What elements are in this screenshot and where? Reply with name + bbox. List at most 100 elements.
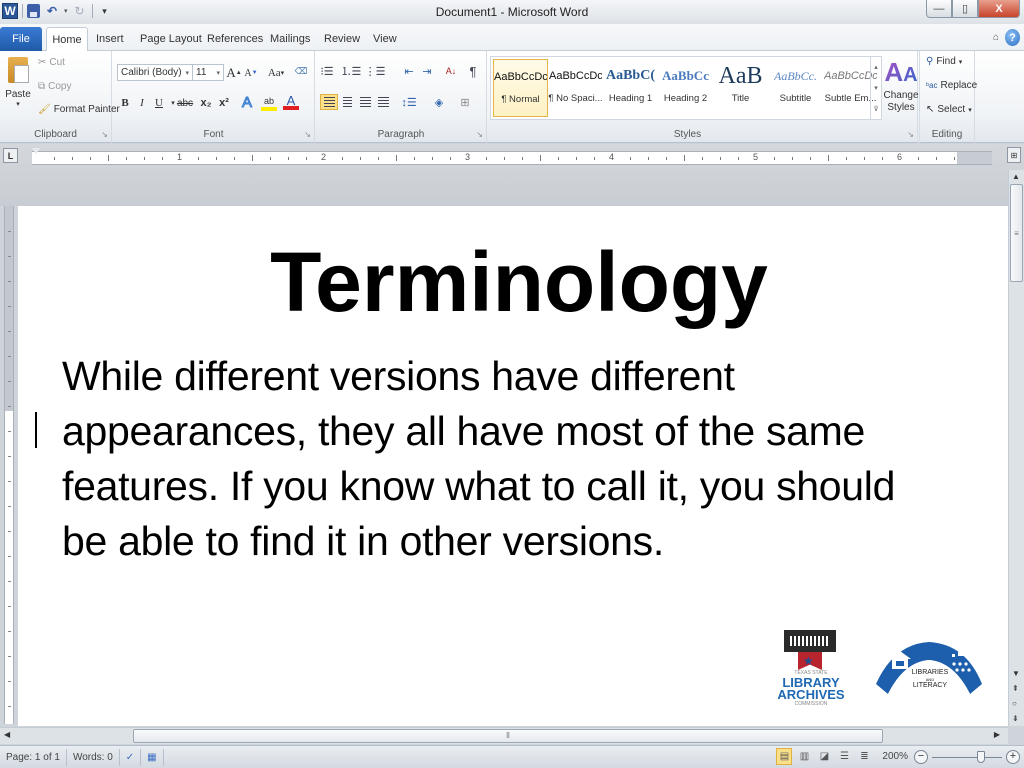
tab-home[interactable]: Home [46, 27, 88, 52]
paste-button[interactable]: Paste ▾ [4, 55, 32, 119]
change-styles-button[interactable]: AA Change Styles [883, 57, 918, 114]
horizontal-scrollbar[interactable]: ◀ ⦀ ▶ [0, 727, 1008, 744]
web-layout-view-button[interactable]: ◪ [816, 748, 832, 765]
document-body-text[interactable]: While different versions have different … [62, 349, 942, 569]
shrink-font-button[interactable]: A ▼ [243, 65, 259, 81]
style-title[interactable]: AaB Title [713, 59, 768, 117]
styles-dialog-launcher[interactable]: ↘ [907, 130, 914, 139]
horizontal-scroll-thumb[interactable]: ⦀ [133, 729, 883, 743]
document-page[interactable]: Terminology While different versions hav… [18, 206, 1008, 726]
style-subtitle[interactable]: AaBbCc. Subtitle [768, 59, 823, 117]
strikethrough-button[interactable]: abc [175, 95, 195, 111]
tab-insert[interactable]: Insert [96, 27, 124, 51]
tab-view[interactable]: View [373, 27, 397, 51]
font-color-button[interactable]: A [283, 93, 299, 110]
bold-button[interactable]: B [117, 95, 133, 111]
align-left-button[interactable] [320, 94, 338, 110]
font-dialog-launcher[interactable]: ↘ [304, 130, 311, 139]
scroll-up-icon[interactable]: ▴ [874, 63, 878, 71]
style-heading-2[interactable]: AaBbCc Heading 2 [658, 59, 713, 117]
draft-view-button[interactable]: ≣ [856, 748, 872, 765]
view-ruler-button[interactable]: ⊞ [1007, 147, 1021, 163]
increase-indent-button[interactable]: ⇥ [418, 63, 436, 79]
clipboard-dialog-launcher[interactable]: ↘ [101, 130, 108, 139]
ruler-tick [918, 157, 919, 160]
tab-mailings[interactable]: Mailings [270, 27, 310, 51]
italic-button[interactable]: I [134, 95, 150, 111]
highlight-button[interactable]: ab [261, 95, 277, 111]
scroll-down-arrow-icon[interactable]: ▼ [1012, 669, 1020, 678]
restore-button[interactable]: ▯ [952, 0, 978, 18]
full-screen-reading-view-button[interactable]: ▥ [796, 748, 812, 765]
select-browse-object-icon[interactable]: ○ [1012, 699, 1017, 708]
sort-button[interactable]: A↓ [442, 63, 460, 79]
zoom-out-button[interactable]: − [914, 749, 928, 764]
horizontal-ruler[interactable]: 1 2 3 4 5 6 [32, 151, 992, 165]
word-count[interactable]: Words: 0 [67, 748, 120, 766]
zoom-level[interactable]: 200% [882, 751, 908, 762]
page-count[interactable]: Page: 1 of 1 [0, 748, 67, 766]
style-no-spacing[interactable]: AaBbCcDc ¶ No Spaci... [548, 59, 603, 117]
clear-formatting-icon[interactable]: ⌫ [293, 63, 309, 79]
outline-view-button[interactable]: ☰ [836, 748, 852, 765]
macro-recording-icon[interactable]: ▦ [141, 748, 164, 766]
next-page-icon[interactable]: ⇟ [1012, 714, 1019, 723]
decrease-indent-button[interactable]: ⇤ [400, 63, 418, 79]
numbering-button[interactable]: ⒈☰ [341, 63, 362, 79]
zoom-slider-knob[interactable] [976, 750, 985, 763]
zoom-in-button[interactable]: + [1006, 749, 1020, 764]
zoom-slider[interactable] [932, 750, 1002, 764]
print-layout-view-button[interactable]: ▤ [776, 748, 793, 765]
copy-button[interactable]: ⧉ Copy [38, 81, 72, 92]
scroll-right-arrow-icon[interactable]: ▶ [994, 730, 1000, 739]
styles-gallery-scroll[interactable]: ▴ ▾ ⊽ [870, 57, 881, 119]
multilevel-list-button[interactable]: ⋮☰ [365, 63, 386, 79]
font-size-combobox[interactable]: 11 ▾ [192, 64, 224, 81]
find-button[interactable]: ⚲ Find ▾ [926, 56, 962, 67]
grow-font-button[interactable]: A ▲ [226, 65, 242, 81]
shading-button[interactable]: ◈ [430, 94, 448, 110]
borders-button[interactable]: ⊞ [456, 94, 474, 110]
subscript-button[interactable]: x₂ [198, 95, 214, 111]
superscript-button[interactable]: x² [216, 95, 232, 111]
cut-button[interactable]: ✂ Cut [38, 57, 65, 68]
justify-button[interactable] [374, 94, 392, 110]
help-icon[interactable]: ? [1005, 29, 1020, 46]
ruler-tick [306, 157, 307, 160]
tab-review[interactable]: Review [324, 27, 360, 51]
show-marks-button[interactable]: ¶ [464, 63, 482, 79]
bullets-button[interactable]: ⁝☰ [318, 63, 336, 79]
paragraph-dialog-launcher[interactable]: ↘ [476, 130, 483, 139]
vertical-ruler-tick [8, 381, 11, 382]
font-name-combobox[interactable]: Calibri (Body) ▾ [117, 64, 193, 81]
change-case-button[interactable]: Aa ▾ [265, 65, 287, 81]
scroll-down-icon[interactable]: ▾ [874, 84, 878, 92]
align-right-button[interactable] [356, 94, 374, 110]
indent-marker[interactable] [32, 148, 40, 168]
tab-references[interactable]: References [207, 27, 263, 51]
close-button[interactable]: X [978, 0, 1020, 18]
line-spacing-button[interactable]: ↕☰ [400, 94, 418, 110]
tab-selector-button[interactable]: L [3, 148, 18, 163]
style-heading-1[interactable]: AaBbC( Heading 1 [603, 59, 658, 117]
scroll-left-arrow-icon[interactable]: ◀ [4, 730, 10, 739]
text-effects-button[interactable]: A [239, 93, 255, 111]
tab-file[interactable]: File [0, 27, 42, 51]
paste-dropdown-icon[interactable]: ▾ [16, 100, 20, 108]
tab-page-layout[interactable]: Page Layout [140, 27, 202, 51]
minimize-button[interactable]: — [926, 0, 952, 18]
document-heading[interactable]: Terminology [18, 234, 1008, 331]
minimize-ribbon-icon[interactable]: ⌂ [993, 32, 999, 43]
vertical-scrollbar[interactable]: ▲ ≡ ▼ ⇞ ○ ⇟ [1008, 170, 1024, 726]
format-painter-button[interactable]: 🖌 Format Painter [38, 104, 120, 115]
more-styles-icon[interactable]: ⊽ [873, 105, 878, 113]
select-button[interactable]: ↖ Select ▾ [926, 104, 972, 115]
vertical-ruler-tick [8, 456, 11, 457]
style-normal[interactable]: AaBbCcDc ¶ Normal [493, 59, 548, 117]
vertical-scroll-thumb[interactable]: ≡ [1010, 184, 1023, 282]
scroll-up-arrow-icon[interactable]: ▲ [1012, 172, 1020, 181]
previous-page-icon[interactable]: ⇞ [1012, 684, 1019, 693]
align-center-button[interactable] [338, 94, 356, 110]
replace-button[interactable]: ᵇac Replace [926, 80, 977, 91]
proofing-icon[interactable]: ✓ [120, 748, 142, 766]
